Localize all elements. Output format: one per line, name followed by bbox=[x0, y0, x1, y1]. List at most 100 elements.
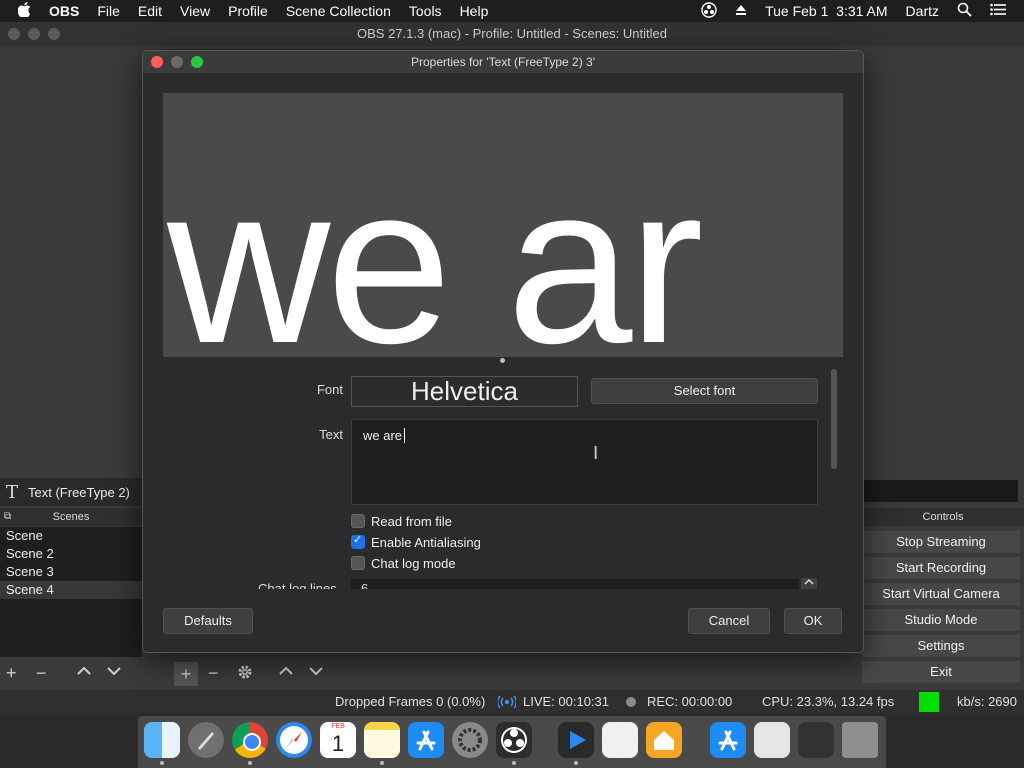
start-recording-button[interactable]: Start Recording bbox=[862, 557, 1020, 579]
settings-button[interactable]: Settings bbox=[862, 635, 1020, 657]
chevron-up-icon[interactable] bbox=[801, 578, 817, 589]
obs-window-titlebar: OBS 27.1.3 (mac) - Profile: Untitled - S… bbox=[0, 22, 1024, 46]
dialog-maximize-button[interactable] bbox=[191, 56, 203, 68]
scene-item[interactable]: Scene 3 bbox=[0, 563, 142, 581]
app-store-icon-2[interactable] bbox=[710, 722, 746, 758]
preview-text: we ar bbox=[167, 137, 704, 358]
finder-icon[interactable] bbox=[144, 722, 180, 758]
text-label: Text bbox=[319, 427, 343, 442]
obs-icon[interactable] bbox=[496, 722, 532, 758]
trash-icon[interactable] bbox=[842, 722, 878, 758]
menu-scene-collection[interactable]: Scene Collection bbox=[286, 3, 391, 19]
text-input[interactable]: we are bbox=[351, 419, 818, 505]
scenes-dock-title: Scenes bbox=[52, 511, 90, 523]
move-scene-up-icon[interactable] bbox=[76, 663, 92, 684]
app-store-icon[interactable] bbox=[408, 722, 444, 758]
menubar-clock[interactable]: Tue Feb 1 3:31 AM bbox=[765, 3, 887, 19]
add-scene-icon[interactable]: + bbox=[6, 663, 17, 684]
cancel-button[interactable]: Cancel bbox=[688, 608, 770, 634]
obs-minimize-button[interactable] bbox=[28, 28, 40, 40]
safari-icon[interactable] bbox=[276, 722, 312, 758]
eject-icon[interactable] bbox=[735, 3, 747, 19]
folder-icon[interactable] bbox=[798, 722, 834, 758]
menu-edit[interactable]: Edit bbox=[138, 3, 162, 19]
app-menu-obs[interactable]: OBS bbox=[49, 3, 79, 19]
move-source-down-icon[interactable] bbox=[308, 663, 324, 684]
menu-help[interactable]: Help bbox=[460, 3, 489, 19]
running-indicator bbox=[512, 761, 516, 765]
move-scene-down-icon[interactable] bbox=[106, 663, 122, 684]
scene-item-selected[interactable]: Scene 4 bbox=[0, 581, 142, 599]
scene-item[interactable]: Scene 2 bbox=[0, 545, 142, 563]
obs-close-button[interactable] bbox=[8, 28, 20, 40]
chrome-icon[interactable] bbox=[232, 722, 268, 758]
properties-scrollbar[interactable] bbox=[831, 369, 837, 469]
chat-log-lines-value: 6 bbox=[361, 581, 369, 589]
obs-window-title: OBS 27.1.3 (mac) - Profile: Untitled - S… bbox=[357, 26, 667, 41]
dialog-close-button[interactable] bbox=[151, 56, 163, 68]
audio-mixer-strip bbox=[862, 480, 1018, 502]
spotlight-search-icon[interactable] bbox=[957, 2, 972, 20]
sources-toolbar: + − bbox=[172, 660, 346, 688]
menu-view[interactable]: View bbox=[180, 3, 210, 19]
controls-dock-title: Controls bbox=[922, 511, 964, 523]
chat-log-lines-input[interactable]: 6 bbox=[351, 579, 799, 589]
chat-log-mode-row[interactable]: Chat log mode bbox=[351, 554, 456, 572]
select-font-button[interactable]: Select font bbox=[591, 378, 818, 404]
calendar-icon[interactable]: FEB 1 bbox=[320, 722, 356, 758]
source-preview: we ar bbox=[163, 93, 843, 357]
preview-icon[interactable] bbox=[754, 722, 790, 758]
menu-file[interactable]: File bbox=[97, 3, 120, 19]
move-source-up-icon[interactable] bbox=[278, 663, 294, 684]
studio-mode-button[interactable]: Studio Mode bbox=[862, 609, 1020, 631]
chat-log-mode-label: Chat log mode bbox=[371, 555, 456, 571]
enable-antialiasing-checkbox[interactable] bbox=[351, 533, 365, 549]
chat-log-mode-checkbox[interactable] bbox=[351, 556, 365, 570]
video-icon[interactable] bbox=[558, 722, 594, 758]
dialog-title: Properties for 'Text (FreeType 2) 3' bbox=[411, 55, 595, 69]
enable-antialiasing-label: Enable Antialiasing bbox=[371, 534, 481, 550]
start-virtual-camera-button[interactable]: Start Virtual Camera bbox=[862, 583, 1020, 605]
remove-source-icon[interactable]: − bbox=[208, 663, 219, 684]
home-icon[interactable] bbox=[646, 722, 682, 758]
notification-center-icon[interactable] bbox=[990, 3, 1006, 19]
menubar-user[interactable]: Dartz bbox=[906, 3, 939, 19]
source-properties-gear-icon[interactable] bbox=[236, 663, 254, 686]
dropped-frames-status: Dropped Frames 0 (0.0%) bbox=[335, 694, 486, 709]
text-input-value: we are bbox=[363, 428, 403, 443]
apple-menu-icon[interactable] bbox=[17, 1, 31, 21]
dialog-titlebar: Properties for 'Text (FreeType 2) 3' bbox=[143, 51, 863, 73]
calendar-day: 1 bbox=[331, 731, 345, 756]
scene-list: Scene Scene 2 Scene 3 Scene 4 bbox=[0, 527, 142, 657]
menu-tools[interactable]: Tools bbox=[409, 3, 442, 19]
dock-float-icon[interactable]: ⧉ bbox=[4, 508, 11, 526]
system-preferences-icon[interactable] bbox=[452, 722, 488, 758]
scenes-toolbar: + − bbox=[0, 660, 172, 688]
stop-streaming-button[interactable]: Stop Streaming bbox=[862, 531, 1020, 553]
ok-button[interactable]: OK bbox=[784, 608, 842, 634]
read-from-file-row[interactable]: Read from file bbox=[351, 512, 452, 530]
defaults-button[interactable]: Defaults bbox=[163, 608, 253, 634]
enable-antialiasing-row[interactable]: Enable Antialiasing bbox=[351, 533, 481, 551]
exit-button[interactable]: Exit bbox=[862, 661, 1020, 683]
launchpad-icon[interactable] bbox=[188, 722, 224, 758]
read-from-file-checkbox[interactable] bbox=[351, 514, 365, 528]
dialog-minimize-button[interactable] bbox=[171, 56, 183, 68]
obs-maximize-button[interactable] bbox=[48, 28, 60, 40]
notes-icon[interactable] bbox=[364, 722, 400, 758]
current-source-label: Text (FreeType 2) bbox=[28, 484, 130, 500]
obs-status-icon[interactable] bbox=[701, 1, 717, 21]
properties-dialog: Properties for 'Text (FreeType 2) 3' we … bbox=[142, 50, 864, 653]
rec-timer: REC: 00:00:00 bbox=[647, 694, 733, 709]
preview-splitter-handle[interactable] bbox=[500, 358, 505, 363]
textedit-icon[interactable] bbox=[602, 722, 638, 758]
menu-profile[interactable]: Profile bbox=[228, 3, 268, 19]
live-timer: LIVE: 00:10:31 bbox=[523, 694, 610, 709]
current-source-bar[interactable]: T Text (FreeType 2) bbox=[0, 478, 142, 506]
bitrate-status: kb/s: 2690 bbox=[957, 694, 1017, 709]
running-indicator bbox=[160, 761, 164, 765]
remove-scene-icon[interactable]: − bbox=[36, 663, 47, 684]
calendar-month: FEB bbox=[331, 723, 345, 730]
scene-item[interactable]: Scene bbox=[0, 527, 142, 545]
add-source-icon[interactable]: + bbox=[174, 662, 198, 686]
